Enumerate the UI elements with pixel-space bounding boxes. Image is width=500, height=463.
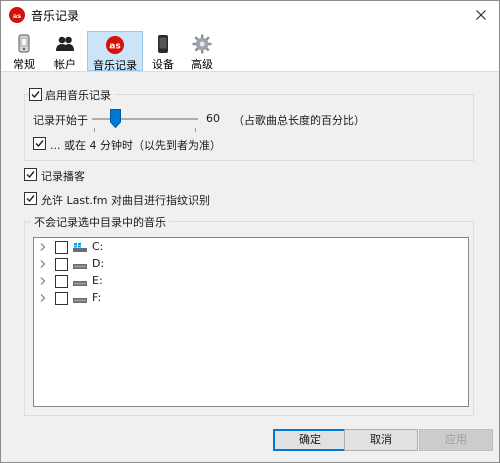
svg-text:as: as [109, 42, 120, 52]
drive-label: E: [92, 274, 103, 287]
cancel-button[interactable]: 取消 [344, 429, 418, 451]
preferences-window: as 音乐记录 常规 帐户 as 音乐记录 设备 高级 启用音乐记录 记录开始于… [0, 0, 500, 463]
tab-general[interactable]: 常规 [9, 31, 39, 71]
fingerprint-label: 允许 Last.fm 对曲目进行指纹识别 [41, 194, 210, 207]
scrobble-percent-slider[interactable] [110, 109, 121, 128]
svg-text:as: as [13, 12, 21, 20]
tree-item-drive-f[interactable]: F: [34, 290, 468, 307]
drive-label: D: [92, 257, 105, 270]
tab-devices[interactable]: 设备 [147, 31, 179, 71]
device-icon [158, 35, 168, 53]
tree-item-drive-d[interactable]: D: [34, 256, 468, 273]
chevron-right-icon[interactable] [38, 259, 48, 269]
enable-scrobbling-checkbox[interactable] [29, 88, 42, 101]
tab-scrobbling[interactable]: as 音乐记录 [87, 31, 143, 72]
drive-icon [73, 264, 87, 269]
tab-accounts[interactable]: 帐户 [49, 31, 81, 71]
scrobble-percent-hint: （占歌曲总长度的百分比） [233, 114, 365, 127]
slider-tick [195, 128, 196, 132]
chevron-right-icon[interactable] [38, 276, 48, 286]
category-toolbar: 常规 帐户 as 音乐记录 设备 高级 [1, 29, 499, 72]
drive-icon [73, 281, 87, 286]
chevron-right-icon[interactable] [38, 242, 48, 252]
fingerprint-checkbox[interactable] [24, 192, 37, 205]
window-title: 音乐记录 [31, 9, 80, 23]
checkmark-icon [31, 91, 40, 99]
scrobble-percent-value: 60 [206, 112, 220, 125]
lastfm-icon: as [106, 36, 124, 54]
tree-item-drive-e[interactable]: E: [34, 273, 468, 290]
scrobble-minutes-checkbox[interactable] [33, 137, 46, 150]
enable-scrobbling-label: 启用音乐记录 [42, 87, 114, 103]
drive-icon [73, 298, 87, 303]
close-icon [476, 10, 486, 20]
tab-advanced[interactable]: 高级 [185, 31, 219, 71]
scrobble-podcasts-label: 记录播客 [41, 170, 85, 183]
checkmark-icon [26, 195, 35, 203]
drive-label: F: [92, 291, 102, 304]
drive-checkbox[interactable] [55, 241, 68, 254]
drive-label: C: [92, 240, 104, 253]
scrobble-podcasts-checkbox[interactable] [24, 168, 37, 181]
tree-item-drive-c[interactable]: C: [34, 239, 468, 256]
chevron-right-icon[interactable] [38, 293, 48, 303]
scrobble-percent-slider-track [92, 118, 198, 120]
slider-tick [94, 128, 95, 132]
drive-checkbox[interactable] [55, 258, 68, 271]
scrobble-start-label: 记录开始于 [33, 114, 88, 127]
system-drive-icon [73, 243, 87, 252]
gear-icon [192, 34, 212, 54]
checkmark-icon [26, 171, 35, 179]
lastfm-logo-icon: as [9, 7, 25, 23]
drive-checkbox[interactable] [55, 292, 68, 305]
checkmark-icon [35, 140, 44, 148]
exclusions-legend: 不会记录选中目录中的音乐 [31, 214, 169, 230]
scrobble-minutes-label: ... 或在 4 分钟时（以先到者为准） [50, 139, 221, 152]
users-icon [56, 36, 74, 51]
title-bar: as 音乐记录 [1, 1, 499, 29]
close-button[interactable] [463, 1, 499, 29]
drive-checkbox[interactable] [55, 275, 68, 288]
excluded-folders-tree[interactable]: C: D: E: F: [33, 237, 469, 407]
phone-settings-icon [18, 34, 30, 53]
ok-button[interactable]: 确定 [273, 429, 347, 451]
apply-button[interactable]: 应用 [419, 429, 493, 451]
